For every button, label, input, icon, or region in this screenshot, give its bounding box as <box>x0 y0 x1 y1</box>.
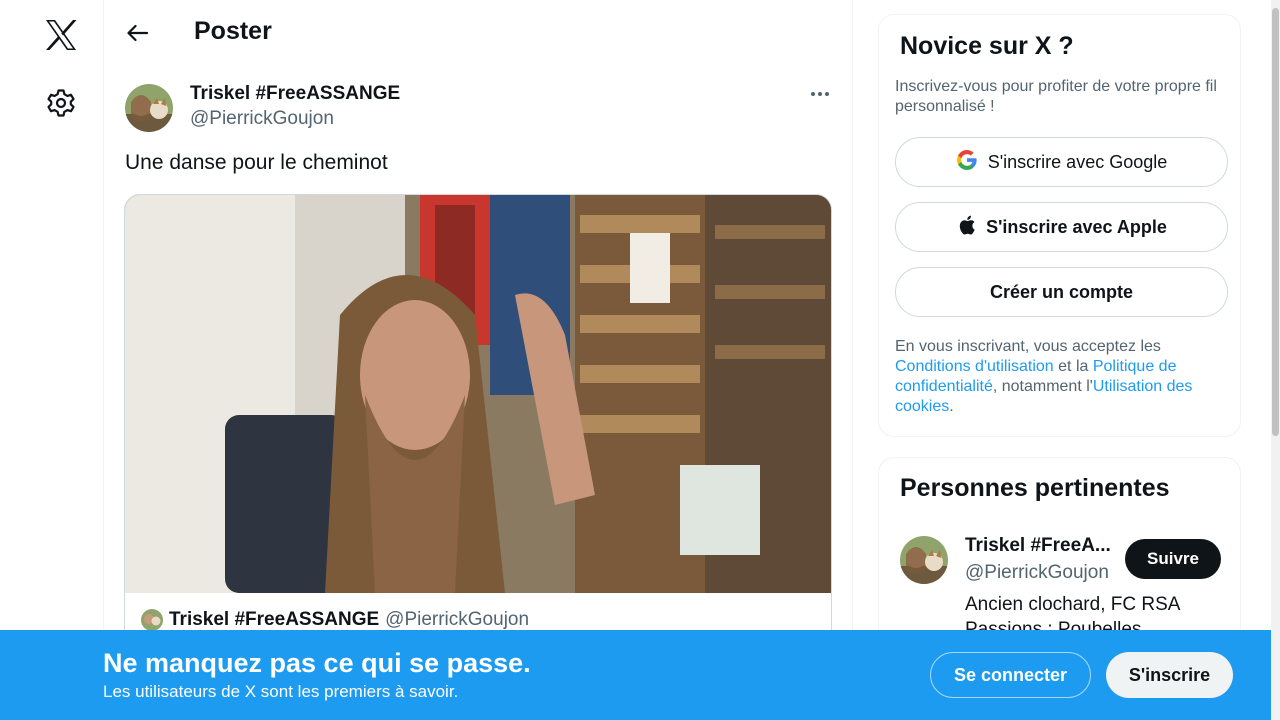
main-column: Poster Triskel #FreeASSANGE @PierrickGou… <box>104 0 853 720</box>
apple-signup-label: S'inscrire avec Apple <box>986 216 1167 237</box>
scrollbar-thumb[interactable] <box>1272 8 1279 436</box>
signup-description: Inscrivez-vous pour profiter de votre pr… <box>895 78 1217 115</box>
author-handle[interactable]: @PierrickGoujon <box>190 108 334 130</box>
author-name[interactable]: Triskel #FreeASSANGE <box>190 83 400 105</box>
apple-signup-button[interactable]: S'inscrire avec Apple <box>895 202 1228 252</box>
arrow-left-icon[interactable] <box>124 20 150 46</box>
signup-card: Novice sur X ? Inscrivez-vous pour profi… <box>878 14 1241 437</box>
signup-title: Novice sur X ? <box>900 32 1074 60</box>
more-horizontal-icon[interactable] <box>804 83 836 105</box>
create-account-button[interactable]: Créer un compte <box>895 267 1228 317</box>
person-handle[interactable]: @PierrickGoujon <box>965 562 1109 584</box>
create-account-label: Créer un compte <box>989 281 1134 302</box>
tweet-text: Une danse pour le cheminot <box>125 151 388 174</box>
avatar <box>141 609 163 631</box>
signup-button[interactable]: S'inscrire <box>1106 652 1233 698</box>
google-signup-button[interactable]: S'inscrire avec Google <box>895 137 1228 187</box>
page-scrollbar[interactable] <box>1271 0 1280 720</box>
tweet-media[interactable]: Triskel #FreeASSANGE @PierrickGoujon <box>124 194 832 654</box>
quoted-author-name: Triskel #FreeASSANGE <box>169 609 380 630</box>
people-title: Personnes pertinentes <box>900 474 1170 502</box>
google-signup-label: S'inscrire avec Google <box>987 151 1168 172</box>
google-icon <box>956 149 978 176</box>
terms-link[interactable]: Conditions d'utilisation <box>895 358 1054 375</box>
video-thumbnail[interactable] <box>125 195 831 593</box>
legal-notice: En vous inscrivant, vous acceptez les Co… <box>895 338 1193 415</box>
apple-icon <box>956 214 976 241</box>
x-logo-icon[interactable] <box>42 16 80 54</box>
banner-subtitle: Les utilisateurs de X sont les premiers … <box>103 682 459 701</box>
login-button[interactable]: Se connecter <box>930 652 1091 698</box>
avatar[interactable] <box>125 84 173 132</box>
person-name[interactable]: Triskel #FreeA... <box>965 535 1111 557</box>
follow-button[interactable]: Suivre <box>1125 539 1221 579</box>
quoted-author-handle: @PierrickGoujon <box>385 609 530 630</box>
left-nav <box>0 0 104 720</box>
avatar[interactable] <box>900 536 948 584</box>
gear-icon[interactable] <box>44 86 78 120</box>
banner-title: Ne manquez pas ce qui se passe. <box>103 648 531 678</box>
page-title: Poster <box>194 17 272 45</box>
signup-banner: Ne manquez pas ce qui se passe. Les util… <box>0 630 1271 720</box>
quoted-tweet-header[interactable]: Triskel #FreeASSANGE @PierrickGoujon <box>141 609 529 631</box>
